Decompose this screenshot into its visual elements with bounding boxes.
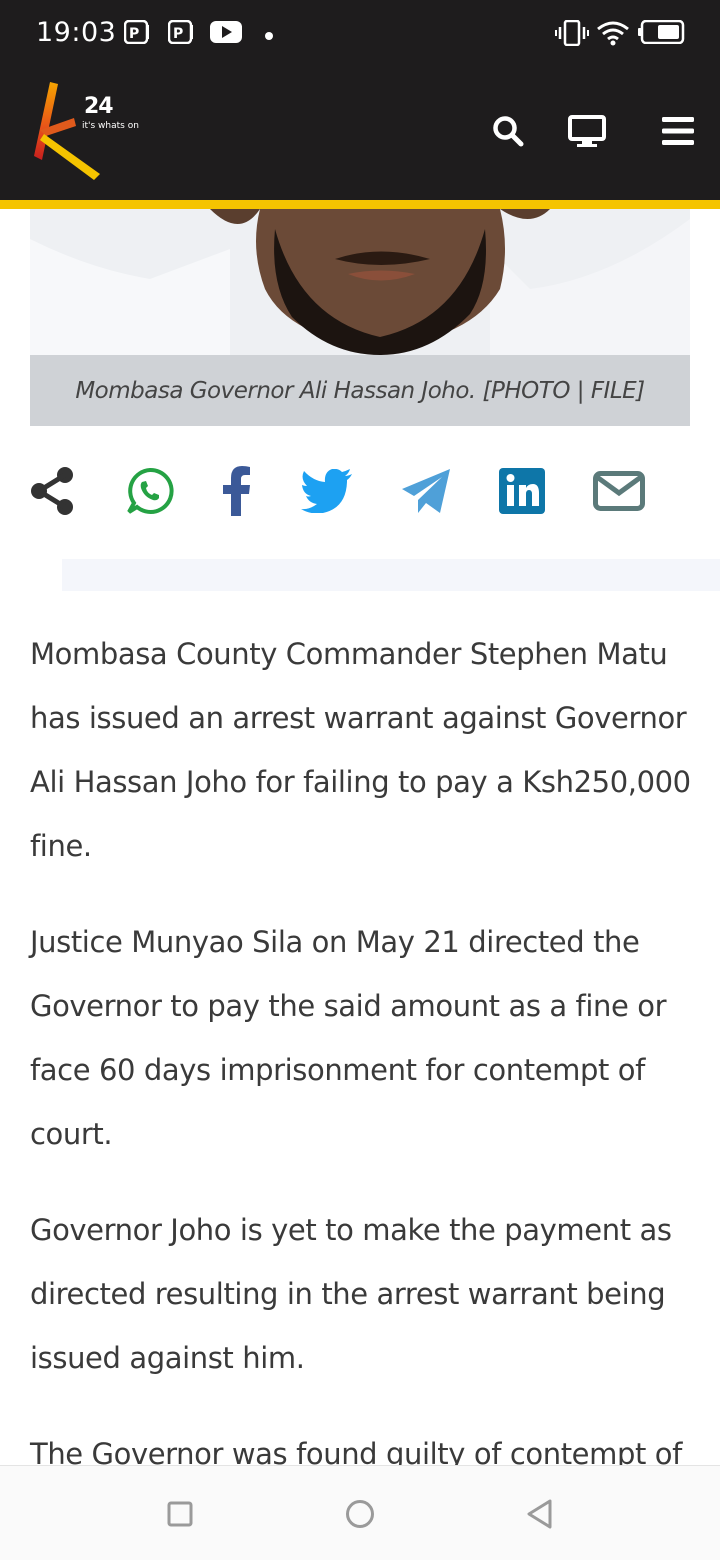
article-paragraph: The Governor was found guilty of contemp…	[30, 1437, 682, 1465]
recents-icon	[167, 1501, 193, 1527]
article-viewport: Mombasa County Commander Stephen Matu ha…	[0, 0, 720, 1465]
article-paragraph: Mombasa County Commander Stephen Matu ha…	[30, 637, 691, 863]
home-icon	[346, 1500, 374, 1528]
article-paragraph: Governor Joho is yet to make the payment…	[30, 1213, 672, 1375]
back-button[interactable]	[520, 1494, 560, 1534]
article-body: Mombasa County Commander Stephen Matu ha…	[30, 622, 698, 1465]
recents-button[interactable]	[160, 1494, 200, 1534]
home-button[interactable]	[340, 1494, 380, 1534]
article-paragraph: Justice Munyao Sila on May 21 directed t…	[30, 925, 667, 1151]
back-icon	[527, 1499, 552, 1529]
system-nav-bar	[0, 1465, 720, 1560]
